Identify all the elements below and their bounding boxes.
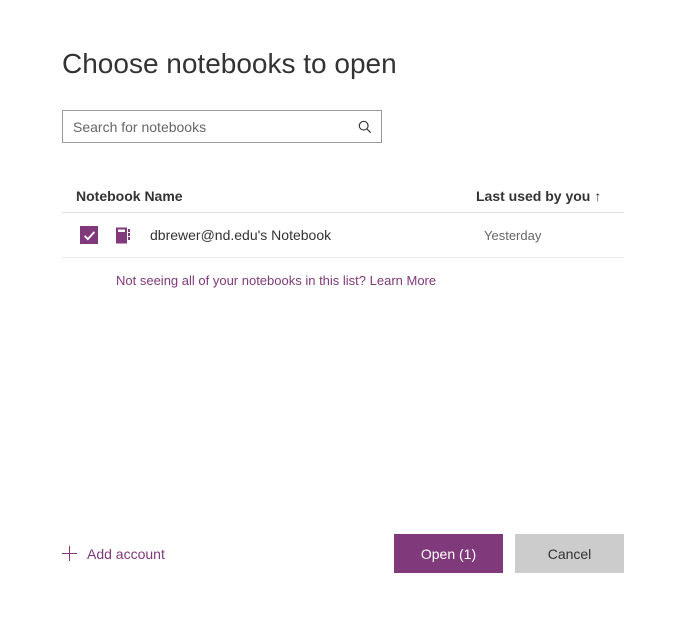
page-title: Choose notebooks to open	[62, 48, 624, 80]
table-header: Notebook Name Last used by you↑	[62, 188, 624, 213]
notebook-name: dbrewer@nd.edu's Notebook	[150, 227, 484, 243]
column-lastused-label: Last used by you	[476, 188, 590, 204]
plus-icon	[62, 546, 77, 561]
column-last-used[interactable]: Last used by you↑	[476, 188, 624, 204]
learn-more-link[interactable]: Not seeing all of your notebooks in this…	[116, 273, 624, 288]
column-notebook-name[interactable]: Notebook Name	[62, 188, 476, 204]
search-box[interactable]	[62, 110, 382, 143]
sort-arrow-icon: ↑	[594, 188, 601, 204]
open-button[interactable]: Open (1)	[394, 534, 503, 573]
search-icon[interactable]	[349, 120, 381, 134]
cancel-button[interactable]: Cancel	[515, 534, 624, 573]
search-input[interactable]	[63, 111, 349, 142]
notebook-checkbox[interactable]	[80, 226, 98, 244]
notebook-icon	[116, 227, 130, 244]
add-account-button[interactable]: Add account	[62, 546, 165, 562]
notebook-lastused: Yesterday	[484, 228, 624, 243]
column-name-label: Notebook Name	[76, 188, 183, 204]
add-account-label: Add account	[87, 546, 165, 562]
table-row[interactable]: dbrewer@nd.edu's Notebook Yesterday	[62, 213, 624, 258]
